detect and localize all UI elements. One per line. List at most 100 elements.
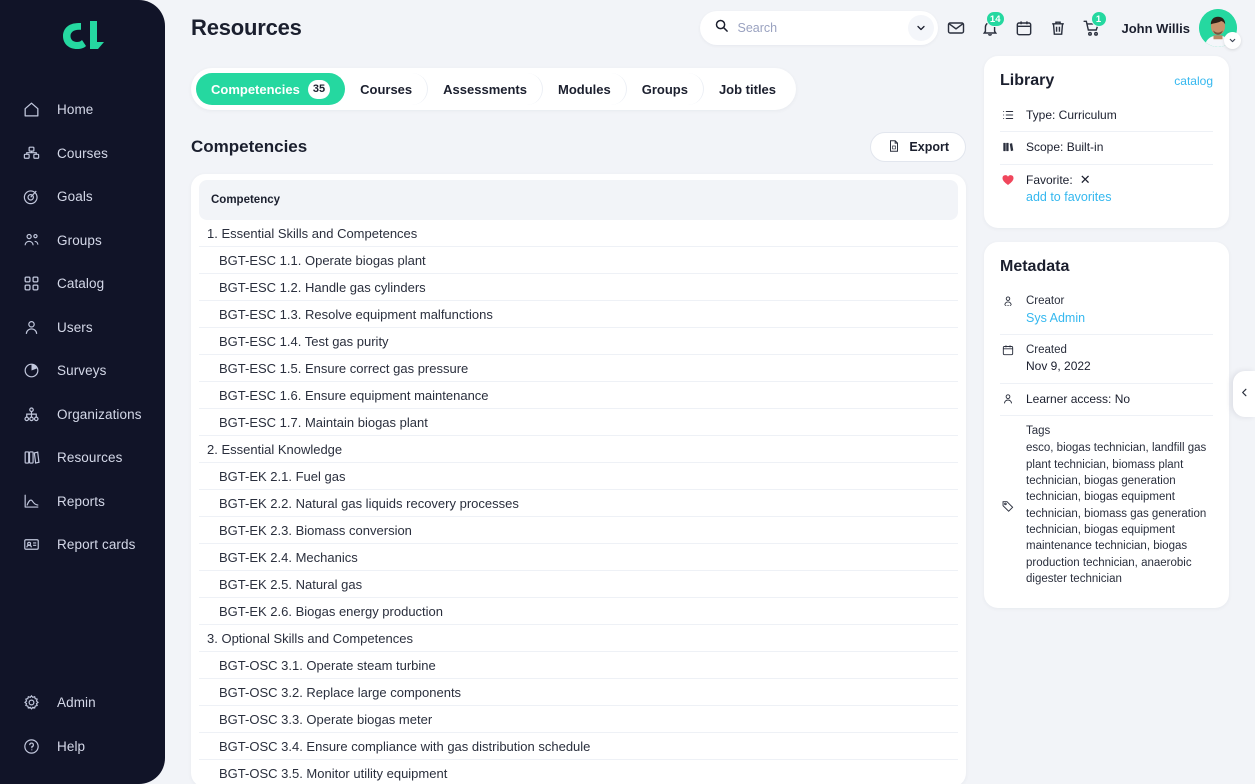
main-area: Resources 14 xyxy=(165,0,1255,784)
library-catalog-link[interactable]: catalog xyxy=(1174,74,1213,88)
table-row-label: BGT-ESC 1.2. Handle gas cylinders xyxy=(219,279,426,295)
heart-icon xyxy=(1000,172,1016,187)
sidebar-item-home[interactable]: Home xyxy=(0,88,165,132)
library-favorite-label: Favorite: xyxy=(1026,172,1073,187)
table-row[interactable]: 2. Essential Knowledge xyxy=(199,436,958,463)
sidebar-item-users[interactable]: Users xyxy=(0,306,165,350)
table-row[interactable]: BGT-OSC 3.5. Monitor utility equipment xyxy=(199,760,958,784)
cl-logo-icon xyxy=(62,21,104,49)
sidebar-item-report-cards[interactable]: Report cards xyxy=(0,523,165,567)
sidebar-item-courses[interactable]: Courses xyxy=(0,132,165,176)
user-icon xyxy=(1000,391,1016,406)
sidebar-item-admin[interactable]: Admin xyxy=(0,681,165,725)
section-title: Competencies xyxy=(191,137,308,156)
sidebar-item-label: Surveys xyxy=(57,363,107,379)
table-row-label: BGT-ESC 1.3. Resolve equipment malfuncti… xyxy=(219,306,493,322)
gear-icon xyxy=(21,693,41,713)
table-row[interactable]: BGT-OSC 3.4. Ensure compliance with gas … xyxy=(199,733,958,760)
metadata-creator-value[interactable]: Sys Admin xyxy=(1026,309,1213,328)
sidebar-item-resources[interactable]: Resources xyxy=(0,436,165,480)
table-row[interactable]: BGT-OSC 3.1. Operate steam turbine xyxy=(199,652,958,679)
calendar-icon[interactable] xyxy=(1008,11,1040,45)
sidebar-item-surveys[interactable]: Surveys xyxy=(0,349,165,393)
tab-courses[interactable]: Courses xyxy=(345,73,429,105)
sidebar-item-label: Courses xyxy=(57,145,108,161)
tab-bar: Competencies 35 Courses Assessments Modu… xyxy=(191,68,797,110)
mail-icon[interactable] xyxy=(940,11,972,45)
table-row[interactable]: BGT-OSC 3.2. Replace large components xyxy=(199,679,958,706)
chevron-left-icon xyxy=(1239,385,1250,403)
sidebar-item-label: Resources xyxy=(57,450,123,466)
sidebar-item-reports[interactable]: Reports xyxy=(0,480,165,524)
panel-collapse-handle[interactable] xyxy=(1233,371,1255,417)
tab-count-badge: 35 xyxy=(307,79,331,99)
table-row[interactable]: 1. Essential Skills and Competences xyxy=(199,220,958,247)
sidebar-item-organizations[interactable]: Organizations xyxy=(0,393,165,437)
competency-table: Competency 1. Essential Skills and Compe… xyxy=(191,174,966,784)
table-row[interactable]: BGT-EK 2.3. Biomass conversion xyxy=(199,517,958,544)
catalog-grid-icon xyxy=(21,274,41,294)
export-button[interactable]: Export xyxy=(870,132,966,162)
table-row[interactable]: BGT-EK 2.4. Mechanics xyxy=(199,544,958,571)
add-to-favorites-link[interactable]: add to favorites xyxy=(1026,188,1213,207)
app-root: Home Courses Goals Groups Catalog Users xyxy=(0,0,1255,784)
table-row[interactable]: BGT-EK 2.5. Natural gas xyxy=(199,571,958,598)
sidebar-bottom-nav: Admin Help xyxy=(0,681,165,784)
sidebar-item-catalog[interactable]: Catalog xyxy=(0,262,165,306)
trash-icon[interactable] xyxy=(1042,11,1074,45)
library-title: Library xyxy=(1000,72,1055,89)
table-row[interactable]: BGT-ESC 1.2. Handle gas cylinders xyxy=(199,274,958,301)
tab-job-titles[interactable]: Job titles xyxy=(704,73,791,105)
metadata-creator-row: Creator Sys Admin xyxy=(1000,286,1213,336)
user-menu-chevron-down-icon[interactable] xyxy=(1224,32,1241,49)
tab-groups[interactable]: Groups xyxy=(627,73,704,105)
surveys-pie-icon xyxy=(21,361,41,381)
bell-badge: 14 xyxy=(985,11,1005,27)
sidebar-item-groups[interactable]: Groups xyxy=(0,219,165,263)
table-row[interactable]: BGT-ESC 1.1. Operate biogas plant xyxy=(199,247,958,274)
table-row[interactable]: BGT-EK 2.6. Biogas energy production xyxy=(199,598,958,625)
tab-label: Job titles xyxy=(718,81,777,97)
library-panel-header: Library catalog xyxy=(1000,72,1213,90)
table-body: 1. Essential Skills and Competences BGT-E… xyxy=(199,220,958,784)
table-row[interactable]: BGT-ESC 1.7. Maintain biogas plant xyxy=(199,409,958,436)
sidebar-nav: Home Courses Goals Groups Catalog Users xyxy=(0,88,165,567)
tab-modules[interactable]: Modules xyxy=(543,73,627,105)
metadata-creator-body: Creator Sys Admin xyxy=(1026,293,1213,328)
table-row[interactable]: BGT-OSC 3.3. Operate biogas meter xyxy=(199,706,958,733)
table-row[interactable]: BGT-ESC 1.3. Resolve equipment malfuncti… xyxy=(199,301,958,328)
search-bar[interactable] xyxy=(699,11,938,45)
table-row-label: BGT-EK 2.5. Natural gas xyxy=(219,576,363,592)
table-row[interactable]: 3. Optional Skills and Competences xyxy=(199,625,958,652)
reports-chart-icon xyxy=(21,491,41,511)
table-row-label: 2. Essential Knowledge xyxy=(207,441,343,457)
sidebar-item-label: Goals xyxy=(57,189,93,205)
table-row[interactable]: BGT-ESC 1.5. Ensure correct gas pressure xyxy=(199,355,958,382)
tab-assessments[interactable]: Assessments xyxy=(428,73,543,105)
table-row[interactable]: BGT-ESC 1.6. Ensure equipment maintenanc… xyxy=(199,382,958,409)
metadata-tags-label: Tags xyxy=(1026,425,1051,438)
table-row[interactable]: BGT-EK 2.2. Natural gas liquids recovery… xyxy=(199,490,958,517)
export-label: Export xyxy=(909,140,949,154)
table-row[interactable]: BGT-EK 2.1. Fuel gas xyxy=(199,463,958,490)
library-type-text: Type: Curriculum xyxy=(1026,108,1117,122)
metadata-title: Metadata xyxy=(1000,257,1070,275)
bell-icon[interactable]: 14 xyxy=(974,11,1006,45)
tab-label: Assessments xyxy=(443,81,527,97)
avatar[interactable] xyxy=(1199,9,1241,49)
sidebar-item-help[interactable]: Help xyxy=(0,725,165,769)
table-row-label: BGT-ESC 1.6. Ensure equipment maintenanc… xyxy=(219,387,489,403)
calendar-icon xyxy=(1000,342,1016,357)
metadata-tags-value: esco, biogas technician, landfill gas pl… xyxy=(1026,442,1207,585)
tab-competencies[interactable]: Competencies 35 xyxy=(196,73,346,105)
tab-label: Competencies xyxy=(211,81,300,97)
library-favorite-body: Favorite: ✕ add to favorites xyxy=(1026,172,1213,207)
cart-icon[interactable]: 1 xyxy=(1076,11,1108,45)
groups-people-icon xyxy=(21,230,41,250)
table-row-label: BGT-EK 2.1. Fuel gas xyxy=(219,468,346,484)
search-input[interactable] xyxy=(737,21,899,35)
sidebar-item-goals[interactable]: Goals xyxy=(0,175,165,219)
table-row[interactable]: BGT-ESC 1.4. Test gas purity xyxy=(199,328,958,355)
logo[interactable] xyxy=(0,0,165,72)
search-dropdown-chevron-down-icon[interactable] xyxy=(907,15,934,41)
